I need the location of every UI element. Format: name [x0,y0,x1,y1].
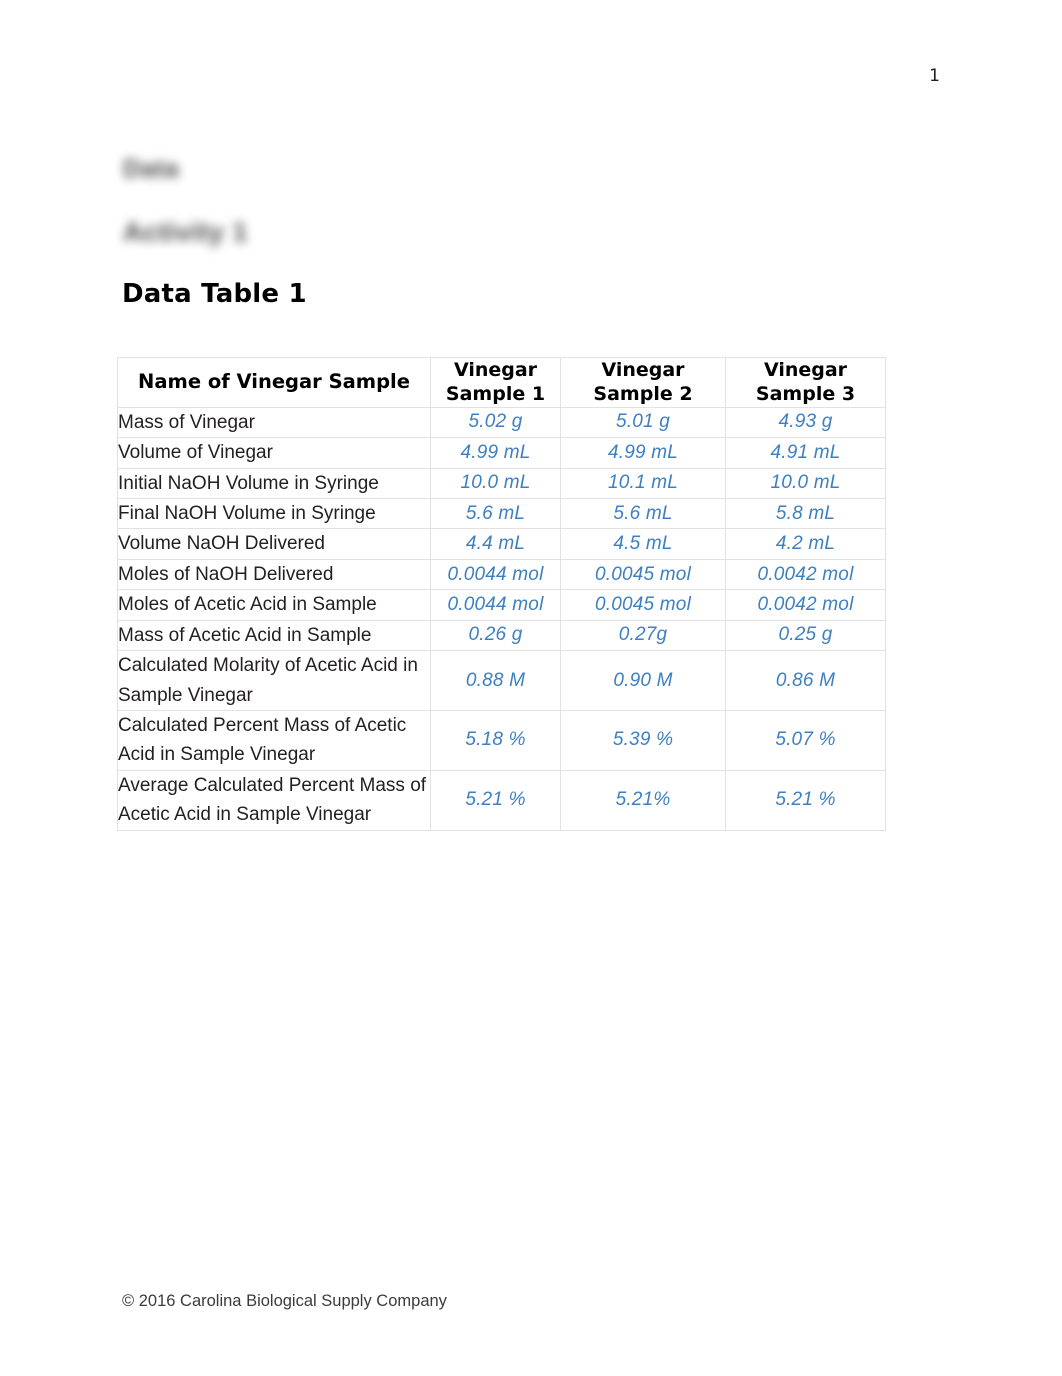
column-header-sample-2: Vinegar Sample 2 [560,357,726,408]
cell-sample-3: 0.25 g [725,619,886,652]
column-header-sample-2-line2: Sample 2 [593,383,693,406]
cell-sample-1: 0.88 M [430,650,561,711]
cell-sample-2: 5.01 g [560,406,726,439]
cell-sample-3: 0.86 M [725,650,886,711]
cell-sample-3: 4.2 mL [725,528,886,560]
table-row: Mass of Vinegar 5.02 g 5.01 g 4.93 g [117,406,886,439]
row-label: Calculated Percent Mass of Acetic Acid i… [117,710,431,771]
cell-sample-3: 0.0042 mol [725,558,886,591]
column-header-sample-3: Vinegar Sample 3 [725,357,886,408]
row-label: Volume of Vinegar [117,437,431,469]
table-row: Calculated Percent Mass of Acetic Acid i… [117,710,886,771]
column-header-sample-3-line1: Vinegar [763,359,848,381]
row-label: Mass of Acetic Acid in Sample [117,619,431,652]
table-row: Initial NaOH Volume in Syringe 10.0 mL 1… [117,467,886,499]
row-label: Volume NaOH Delivered [117,528,431,560]
cell-sample-3: 5.07 % [725,710,886,771]
column-header-sample-1-line2: Sample 1 [445,383,546,406]
column-header-sample-1: Vinegar Sample 1 [430,357,561,408]
cell-sample-3: 0.0042 mol [725,589,886,621]
cell-sample-1: 5.6 mL [430,497,561,530]
cell-sample-2: 0.90 M [560,650,726,711]
cell-sample-2: 10.1 mL [560,467,726,499]
document-page: 1 Data Activity 1 Data Table 1 Name of V… [0,0,1062,1376]
column-header-name: Name of Vinegar Sample [117,357,431,408]
table-row: Volume NaOH Delivered 4.4 mL 4.5 mL 4.2 … [117,528,886,560]
row-label: Moles of NaOH Delivered [117,558,431,591]
footer-copyright: © 2016 Carolina Biological Supply Compan… [122,1292,447,1310]
cell-sample-3: 5.8 mL [725,497,886,530]
table-row: Volume of Vinegar 4.99 mL 4.99 mL 4.91 m… [117,437,886,469]
cell-sample-1: 4.99 mL [430,437,561,469]
page-number: 1 [929,66,940,86]
cell-sample-3: 10.0 mL [725,467,886,499]
row-label: Calculated Molarity of Acetic Acid in Sa… [117,650,431,711]
table-row: Calculated Molarity of Acetic Acid in Sa… [117,650,886,711]
row-label: Mass of Vinegar [117,406,431,439]
cell-sample-1: 0.0044 mol [430,589,561,621]
cell-sample-1: 5.02 g [430,406,561,439]
cell-sample-2: 5.21% [560,769,726,831]
page-title: Data Table 1 [122,279,307,309]
cell-sample-1: 5.21 % [430,769,561,831]
cell-sample-3: 4.91 mL [725,437,886,469]
table-row: Average Calculated Percent Mass of Aceti… [117,769,886,831]
cell-sample-2: 0.27g [560,619,726,652]
cell-sample-2: 0.0045 mol [560,589,726,621]
row-label: Average Calculated Percent Mass of Aceti… [117,769,431,831]
table-row: Moles of NaOH Delivered 0.0044 mol 0.004… [117,558,886,591]
table-row: Mass of Acetic Acid in Sample 0.26 g 0.2… [117,619,886,652]
column-header-sample-1-line1: Vinegar [453,359,538,381]
row-label: Moles of Acetic Acid in Sample [117,589,431,621]
cell-sample-1: 0.0044 mol [430,558,561,591]
table-header-row: Name of Vinegar Sample Vinegar Sample 1 … [117,357,886,408]
cell-sample-3: 5.21 % [725,769,886,831]
table-header: Name of Vinegar Sample Vinegar Sample 1 … [117,357,886,408]
redacted-heading-data: Data [123,155,180,183]
table-row: Moles of Acetic Acid in Sample 0.0044 mo… [117,589,886,621]
column-header-sample-3-line2: Sample 3 [755,383,856,406]
row-label: Initial NaOH Volume in Syringe [117,467,431,499]
cell-sample-1: 10.0 mL [430,467,561,499]
column-header-sample-2-line1: Vinegar [601,359,685,381]
cell-sample-1: 5.18 % [430,710,561,771]
row-label: Final NaOH Volume in Syringe [117,497,431,530]
cell-sample-2: 4.5 mL [560,528,726,560]
table-row: Final NaOH Volume in Syringe 5.6 mL 5.6 … [117,497,886,530]
cell-sample-3: 4.93 g [725,406,886,439]
redacted-heading-activity: Activity 1 [123,217,249,247]
data-table-1: Name of Vinegar Sample Vinegar Sample 1 … [117,357,886,831]
cell-sample-1: 0.26 g [430,619,561,652]
data-table-container: Name of Vinegar Sample Vinegar Sample 1 … [117,357,886,831]
table-body: Mass of Vinegar 5.02 g 5.01 g 4.93 g Vol… [117,406,886,831]
cell-sample-2: 5.39 % [560,710,726,771]
cell-sample-2: 5.6 mL [560,497,726,530]
cell-sample-1: 4.4 mL [430,528,561,560]
cell-sample-2: 0.0045 mol [560,558,726,591]
cell-sample-2: 4.99 mL [560,437,726,469]
